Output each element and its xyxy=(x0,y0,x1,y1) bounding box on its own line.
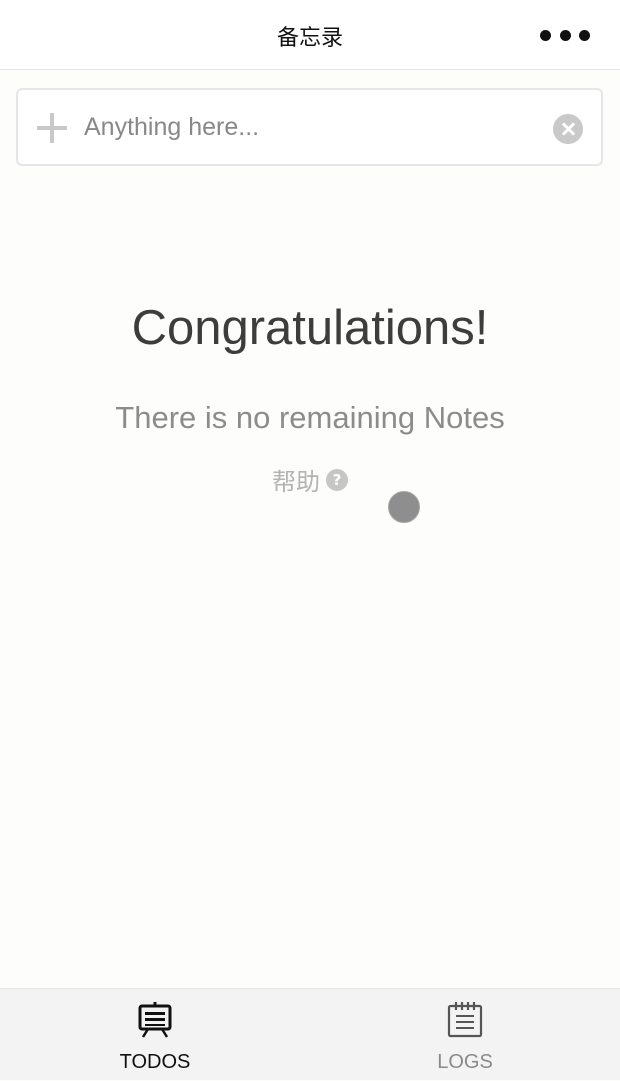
tab-label: TODOS xyxy=(119,1051,191,1073)
dot xyxy=(559,29,571,41)
empty-state-title: Congratulations! xyxy=(131,301,489,355)
more-dots-icon[interactable] xyxy=(540,26,590,44)
tab-logs[interactable]: LOGS xyxy=(310,989,620,1081)
logs-notepad-icon xyxy=(447,1002,483,1038)
dot xyxy=(579,29,590,41)
new-todo-input[interactable] xyxy=(84,108,524,146)
tab-todos[interactable]: TODOS xyxy=(0,989,310,1081)
question-circle-icon[interactable]: ? xyxy=(326,468,348,491)
empty-state-subtitle: There is no remaining Notes xyxy=(115,400,505,435)
tab-bar: TODOS LOGS xyxy=(0,988,620,1080)
help-label[interactable]: 帮助 xyxy=(272,462,320,497)
plus-icon[interactable] xyxy=(36,112,68,144)
navigation-bar: 备忘录 xyxy=(0,0,620,70)
dot xyxy=(540,29,551,41)
touch-indicator xyxy=(388,491,420,523)
todos-board-icon xyxy=(138,1002,172,1038)
page-title: 备忘录 xyxy=(276,26,343,51)
clear-icon[interactable] xyxy=(553,114,583,144)
new-todo-box xyxy=(16,88,603,166)
help-link[interactable]: 帮助 ? xyxy=(0,462,620,497)
tab-label: LOGS xyxy=(437,1051,493,1073)
